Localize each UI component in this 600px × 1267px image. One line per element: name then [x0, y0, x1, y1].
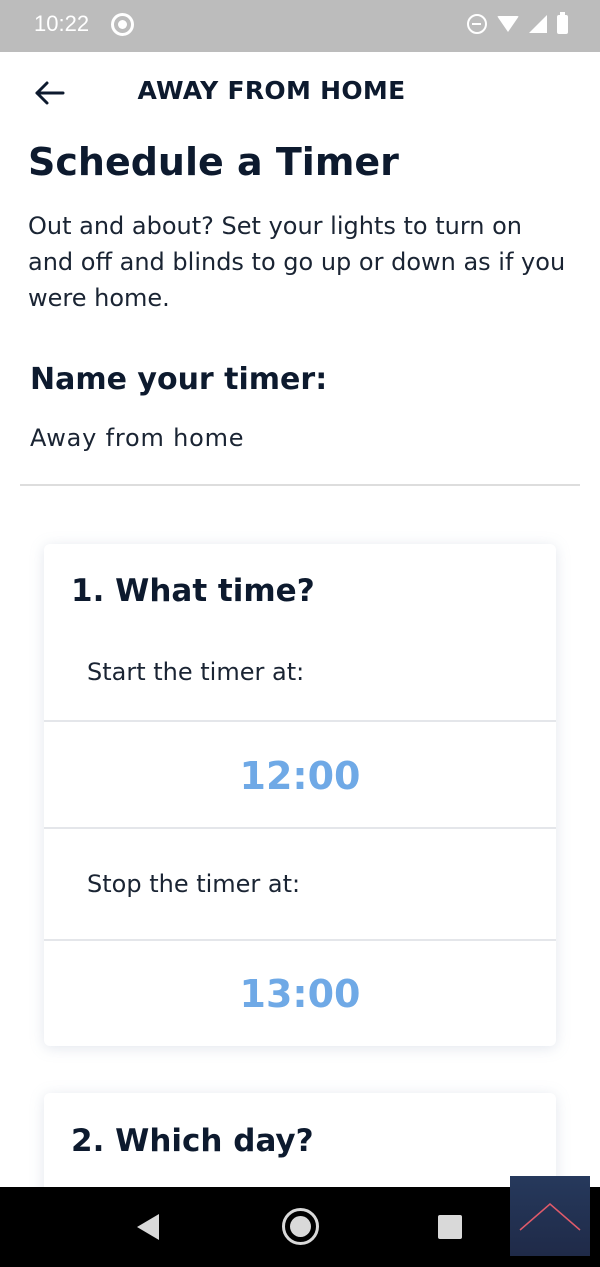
timer-name-label: Name your timer:	[30, 362, 328, 397]
scroll-to-top-button[interactable]	[510, 1176, 590, 1256]
stop-time-button[interactable]: 13:00	[44, 942, 556, 1046]
page-header-title: AWAY FROM HOME	[137, 76, 406, 105]
page-description: Out and about? Set your lights to turn o…	[28, 212, 566, 312]
day-card-title: 2. Which day?	[71, 1123, 314, 1159]
divider	[44, 939, 556, 941]
divider	[44, 827, 556, 829]
start-timer-label: Start the timer at:	[87, 658, 305, 686]
notification-dot-icon	[111, 13, 134, 36]
status-bar: 10:22	[0, 0, 600, 52]
start-time-button[interactable]: 12:00	[44, 724, 556, 828]
timer-name-input[interactable]	[20, 418, 580, 486]
battery-icon	[557, 11, 568, 34]
status-time: 10:22	[34, 11, 90, 36]
do-not-disturb-icon	[467, 14, 487, 34]
status-icons	[467, 11, 568, 34]
page-title: Schedule a Timer	[28, 140, 399, 184]
stop-timer-label: Stop the timer at:	[87, 870, 301, 898]
nav-recent-icon[interactable]	[438, 1215, 462, 1239]
divider	[44, 720, 556, 722]
chevron-up-icon	[519, 1203, 581, 1231]
signal-icon	[529, 15, 547, 33]
nav-home-icon[interactable]	[282, 1208, 319, 1245]
time-card-title: 1. What time?	[71, 573, 315, 609]
time-card: 1. What time? Start the timer at: 12:00 …	[44, 544, 556, 1046]
nav-back-icon[interactable]	[137, 1214, 159, 1240]
wifi-icon	[497, 16, 519, 32]
